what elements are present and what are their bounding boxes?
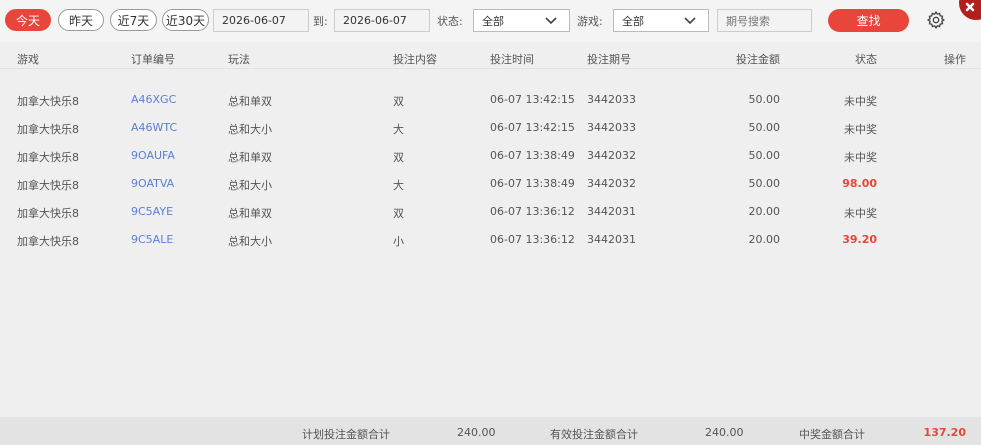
status-select[interactable]: 全部 <box>473 9 570 32</box>
cell-status: 未中奖 <box>844 95 877 108</box>
range-30days-button[interactable]: 近30天 <box>162 9 209 31</box>
cell-content: 双 <box>393 151 404 164</box>
col-play: 玩法 <box>228 53 250 66</box>
planned-total-value: 240.00 <box>457 426 496 439</box>
cell-status: 未中奖 <box>844 123 877 136</box>
range-7days-button[interactable]: 近7天 <box>110 9 157 31</box>
cell-play: 总和大小 <box>228 123 272 136</box>
table-row: 加拿大快乐8 A46XGC 总和单双 双 06-07 13:42:15 3442033 50… <box>0 86 981 114</box>
summary-bar: 计划投注金额合计 240.00 有效投注金额合计 240.00 中奖金额合计 1… <box>0 417 981 445</box>
cell-amount: 20.00 <box>748 205 781 218</box>
col-time: 投注时间 <box>490 53 534 66</box>
cell-amount: 50.00 <box>748 121 781 134</box>
cell-amount: 50.00 <box>748 177 781 190</box>
win-total-label: 中奖金额合计 <box>799 428 865 441</box>
cell-period: 3442033 <box>587 121 636 134</box>
cell-amount: 50.00 <box>748 93 781 106</box>
cell-period: 3442031 <box>587 233 636 246</box>
cell-order-id[interactable]: 9OATVA <box>131 177 174 190</box>
cell-order-id[interactable]: A46WTC <box>131 121 177 134</box>
cell-content: 大 <box>393 179 404 192</box>
cell-play: 总和大小 <box>228 179 272 192</box>
start-date-input[interactable]: 2026-06-07 <box>213 9 309 32</box>
cell-period: 3442031 <box>587 205 636 218</box>
cell-period: 3442032 <box>587 149 636 162</box>
cell-game: 加拿大快乐8 <box>17 235 79 248</box>
cell-status: 39.20 <box>842 233 877 246</box>
status-label: 状态: <box>437 15 463 28</box>
cell-order-id[interactable]: 9C5ALE <box>131 233 173 246</box>
close-icon <box>965 2 975 12</box>
col-period: 投注期号 <box>587 53 631 66</box>
cell-time: 06-07 13:42:15 <box>490 121 575 134</box>
cell-game: 加拿大快乐8 <box>17 95 79 108</box>
cell-content: 小 <box>393 235 404 248</box>
valid-total-label: 有效投注金额合计 <box>550 428 638 441</box>
period-search-input[interactable]: 期号搜索 <box>717 9 812 32</box>
planned-total-label: 计划投注金额合计 <box>302 428 390 441</box>
col-content: 投注内容 <box>393 53 437 66</box>
cell-content: 双 <box>393 207 404 220</box>
close-button[interactable] <box>959 0 981 20</box>
table-row: 加拿大快乐8 9C5ALE 总和大小 小 06-07 13:36:12 3442031 20… <box>0 226 981 254</box>
cell-play: 总和单双 <box>228 95 272 108</box>
cell-status: 未中奖 <box>844 151 877 164</box>
table-row: 加拿大快乐8 A46WTC 总和大小 大 06-07 13:42:15 3442033 50… <box>0 114 981 142</box>
cell-period: 3442032 <box>587 177 636 190</box>
cell-amount: 20.00 <box>748 233 781 246</box>
filter-toolbar: 今天 昨天 近7天 近30天 2026-06-07 到: 2026-06-07 … <box>0 0 981 42</box>
cell-game: 加拿大快乐8 <box>17 207 79 220</box>
cell-game: 加拿大快乐8 <box>17 179 79 192</box>
end-date-input[interactable]: 2026-06-07 <box>334 9 430 32</box>
table-row: 加拿大快乐8 9OAUFA 总和单双 双 06-07 13:38:49 3442032 50… <box>0 142 981 170</box>
cell-status: 未中奖 <box>844 207 877 220</box>
col-action: 操作 <box>944 53 966 66</box>
cell-time: 06-07 13:36:12 <box>490 205 575 218</box>
cell-content: 双 <box>393 95 404 108</box>
col-status: 状态 <box>855 53 877 66</box>
cell-time: 06-07 13:38:49 <box>490 149 575 162</box>
cell-game: 加拿大快乐8 <box>17 151 79 164</box>
cell-order-id[interactable]: 9OAUFA <box>131 149 175 162</box>
gear-icon[interactable] <box>926 10 946 30</box>
cell-play: 总和单双 <box>228 207 272 220</box>
game-select-value: 全部 <box>622 14 644 28</box>
table-row: 加拿大快乐8 9OATVA 总和大小 大 06-07 13:38:49 3442032 50… <box>0 170 981 198</box>
cell-time: 06-07 13:38:49 <box>490 177 575 190</box>
cell-period: 3442033 <box>587 93 636 106</box>
cell-play: 总和大小 <box>228 235 272 248</box>
col-game: 游戏 <box>17 53 39 66</box>
cell-amount: 50.00 <box>748 149 781 162</box>
cell-status: 98.00 <box>842 177 877 190</box>
cell-content: 大 <box>393 123 404 136</box>
cell-time: 06-07 13:42:15 <box>490 93 575 106</box>
game-select[interactable]: 全部 <box>613 9 709 32</box>
to-label: 到: <box>313 15 328 28</box>
win-total-value: 137.20 <box>923 426 966 439</box>
cell-time: 06-07 13:36:12 <box>490 233 575 246</box>
range-today-button[interactable]: 今天 <box>5 9 51 31</box>
cell-play: 总和单双 <box>228 151 272 164</box>
cell-order-id[interactable]: A46XGC <box>131 93 176 106</box>
col-amount: 投注金额 <box>736 53 780 66</box>
range-yesterday-button[interactable]: 昨天 <box>58 9 104 31</box>
chevron-down-icon <box>684 17 696 25</box>
chevron-down-icon <box>545 17 557 25</box>
game-label: 游戏: <box>577 15 603 28</box>
table-row: 加拿大快乐8 9C5AYE 总和单双 双 06-07 13:36:12 3442031 20… <box>0 198 981 226</box>
cell-game: 加拿大快乐8 <box>17 123 79 136</box>
status-select-value: 全部 <box>482 14 504 28</box>
cell-order-id[interactable]: 9C5AYE <box>131 205 173 218</box>
valid-total-value: 240.00 <box>705 426 744 439</box>
search-button[interactable]: 查找 <box>828 9 909 32</box>
table-header: 游戏 订单编号 玩法 投注内容 投注时间 投注期号 投注金额 状态 操作 <box>0 46 981 69</box>
col-order-id: 订单编号 <box>131 53 175 66</box>
